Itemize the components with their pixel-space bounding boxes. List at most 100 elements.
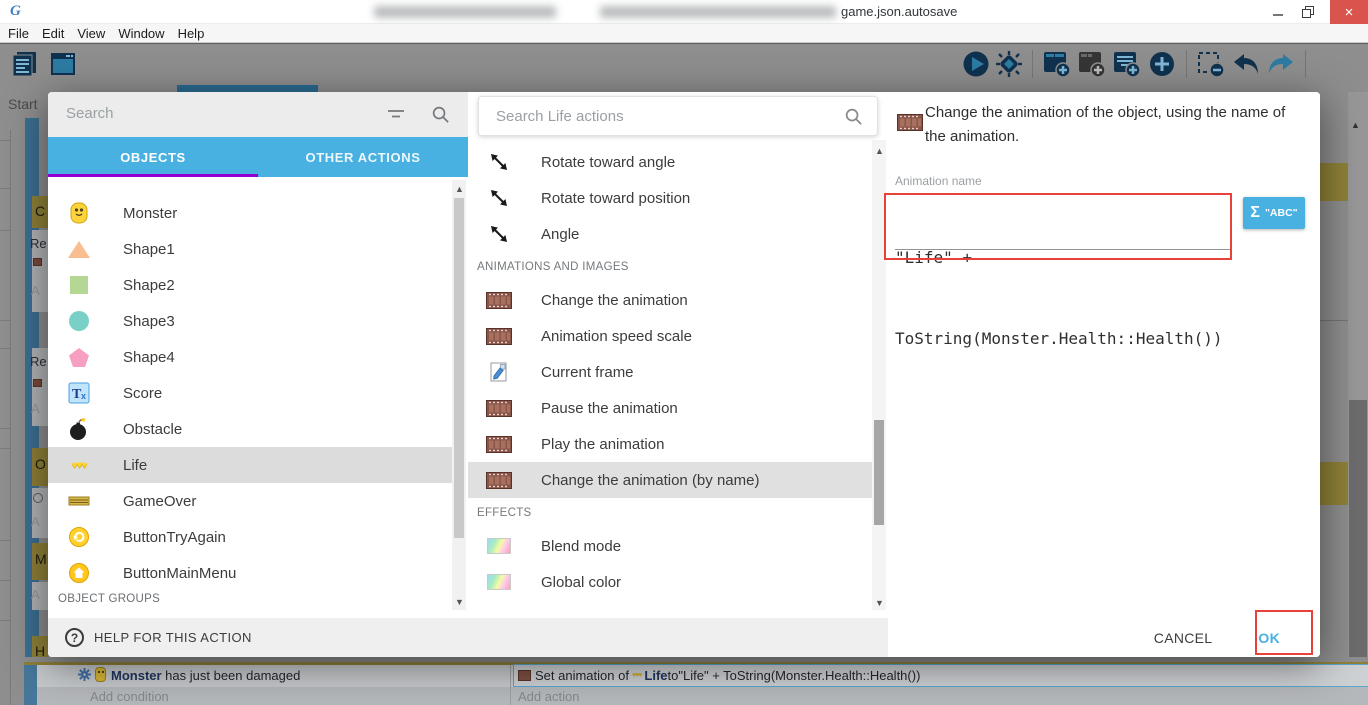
action-row-play-the-animation[interactable]: Play the animation bbox=[468, 426, 872, 462]
add-circle-icon[interactable] bbox=[1147, 49, 1177, 79]
triangle-icon bbox=[66, 238, 92, 260]
object-row-score[interactable]: Tx Score bbox=[48, 375, 452, 411]
condition-mini-icon bbox=[33, 493, 43, 503]
object-row-buttonmainmenu[interactable]: ButtonMainMenu bbox=[48, 555, 452, 591]
object-label: Monster bbox=[123, 204, 178, 222]
row-divider bbox=[0, 540, 10, 541]
rainbow-icon bbox=[485, 574, 513, 590]
restore-icon[interactable] bbox=[1293, 0, 1323, 24]
action-expression: "Life" + ToString(Monster.Health::Health… bbox=[678, 668, 921, 683]
action-row-blend-mode[interactable]: Blend mode bbox=[468, 528, 872, 564]
action-row-change-the-animation-by-name[interactable]: Change the animation (by name) bbox=[468, 462, 872, 498]
menu-file[interactable]: File bbox=[8, 26, 39, 41]
action-detail-panel: Change the animation of the object, usin… bbox=[888, 92, 1320, 618]
filter-icon[interactable] bbox=[386, 107, 406, 126]
event-text-fragment: A bbox=[31, 401, 40, 416]
event-condition-row[interactable]: Monster has just been damaged Set animat… bbox=[37, 664, 1368, 687]
object-row-shape3[interactable]: Shape3 bbox=[48, 303, 452, 339]
object-label: ButtonTryAgain bbox=[123, 528, 226, 546]
undo-icon[interactable] bbox=[1231, 51, 1261, 77]
action-search-input[interactable]: Search Life actions bbox=[478, 96, 878, 136]
add-comment-icon[interactable] bbox=[1077, 49, 1107, 79]
tab-objects[interactable]: OBJECTS bbox=[48, 137, 258, 177]
rotate-icon bbox=[485, 223, 513, 245]
action-row-global-color[interactable]: Global color bbox=[468, 564, 872, 600]
events-editor-icon[interactable] bbox=[10, 49, 40, 79]
object-row-buttontryagain[interactable]: ButtonTryAgain bbox=[48, 519, 452, 555]
object-row-obstacle[interactable]: Obstacle bbox=[48, 411, 452, 447]
action-row-pause-the-animation[interactable]: Pause the animation bbox=[468, 390, 872, 426]
action-list-scrollbar-thumb[interactable] bbox=[874, 420, 884, 525]
divider bbox=[510, 665, 511, 705]
scroll-up-icon[interactable]: ▲ bbox=[1351, 120, 1360, 130]
scroll-up-icon[interactable]: ▲ bbox=[455, 184, 464, 194]
object-label: Shape1 bbox=[123, 240, 175, 258]
cancel-button[interactable]: CANCEL bbox=[1154, 630, 1213, 646]
object-row-shape1[interactable]: Shape1 bbox=[48, 231, 452, 267]
action-row-current-frame[interactable]: Current frame bbox=[468, 354, 872, 390]
action-row-rotate-toward-angle[interactable]: Rotate toward angle bbox=[468, 144, 872, 180]
action-row-change-the-animation[interactable]: Change the animation bbox=[468, 282, 872, 318]
help-link[interactable]: ? HELP FOR THIS ACTION bbox=[48, 618, 888, 657]
object-label: GameOver bbox=[123, 492, 197, 510]
condition-text: Monster has just been damaged bbox=[111, 668, 301, 683]
action-row-animation-speed-scale[interactable]: Animation speed scale bbox=[468, 318, 872, 354]
events-sheet-bottom: Monster has just been damaged Set animat… bbox=[0, 657, 1368, 705]
scroll-up-icon[interactable]: ▲ bbox=[875, 146, 884, 156]
object-row-shape2[interactable]: Shape2 bbox=[48, 267, 452, 303]
object-list-scrollbar-thumb[interactable] bbox=[454, 198, 464, 538]
object-panel-tabs: OBJECTS OTHER ACTIONS bbox=[48, 137, 468, 177]
object-groups-header: OBJECT GROUPS bbox=[58, 593, 161, 605]
menu-window[interactable]: Window bbox=[118, 26, 174, 41]
object-label: Obstacle bbox=[123, 420, 183, 438]
toolbar bbox=[0, 43, 1368, 85]
rotate-icon bbox=[485, 151, 513, 173]
tab-other-actions[interactable]: OTHER ACTIONS bbox=[258, 137, 468, 177]
add-subevent-icon[interactable] bbox=[1112, 49, 1142, 79]
redo-icon[interactable] bbox=[1266, 51, 1296, 77]
add-condition-link[interactable]: Add condition bbox=[90, 689, 169, 704]
menu-edit[interactable]: Edit bbox=[42, 26, 74, 41]
event-text-fragment: C bbox=[35, 203, 46, 219]
row-divider bbox=[0, 230, 10, 231]
object-row-life[interactable]: ♥♥♥ Life bbox=[48, 447, 452, 483]
object-label: Score bbox=[123, 384, 163, 402]
menu-view[interactable]: View bbox=[77, 26, 115, 41]
object-label: Shape4 bbox=[123, 348, 175, 366]
object-row-gameover[interactable]: GameOver bbox=[48, 483, 452, 519]
object-row-shape4[interactable]: Shape4 bbox=[48, 339, 452, 375]
menu-help[interactable]: Help bbox=[178, 26, 215, 41]
close-icon[interactable]: × bbox=[1330, 0, 1368, 24]
action-row-rotate-toward-position[interactable]: Rotate toward position bbox=[468, 180, 872, 216]
row-divider bbox=[0, 620, 10, 621]
object-label: Shape3 bbox=[123, 312, 175, 330]
object-row-monster[interactable]: Monster bbox=[48, 195, 452, 231]
section-header-animations-and-images: ANIMATIONS AND IMAGES bbox=[477, 261, 629, 273]
scroll-down-icon[interactable]: ▼ bbox=[455, 597, 464, 607]
scene-tab-indicator[interactable] bbox=[177, 85, 318, 92]
search-icon[interactable] bbox=[431, 105, 450, 129]
expression-builder-button[interactable]: Σ "ABC" bbox=[1243, 197, 1305, 229]
row-divider bbox=[0, 188, 10, 189]
events-editor-right-edge: ▲ bbox=[1320, 92, 1368, 705]
object-search-input[interactable]: Search bbox=[48, 92, 468, 137]
action-text: to bbox=[667, 668, 679, 683]
add-action-link[interactable]: Add action bbox=[518, 689, 579, 704]
divider bbox=[1320, 320, 1348, 321]
action-search-placeholder: Search Life actions bbox=[496, 108, 624, 125]
scroll-down-icon[interactable]: ▼ bbox=[875, 598, 884, 608]
remove-selection-icon[interactable] bbox=[1196, 49, 1226, 79]
event-action-row[interactable]: Set animation of ♥♥♥ Life to "Life" + To… bbox=[513, 664, 1368, 687]
debug-icon[interactable] bbox=[995, 50, 1023, 78]
event-indent-bar bbox=[24, 665, 37, 705]
add-event-icon[interactable] bbox=[1042, 49, 1072, 79]
minimize-icon[interactable] bbox=[1263, 0, 1293, 24]
action-row-angle[interactable]: Angle bbox=[468, 216, 872, 252]
play-icon[interactable] bbox=[962, 50, 990, 78]
divider bbox=[10, 657, 11, 705]
text-icon: Tx bbox=[66, 382, 92, 404]
search-icon[interactable] bbox=[844, 107, 863, 131]
row-divider bbox=[0, 428, 10, 429]
tab-start-page[interactable]: Start bbox=[8, 96, 38, 112]
scene-editor-icon[interactable] bbox=[48, 49, 78, 79]
